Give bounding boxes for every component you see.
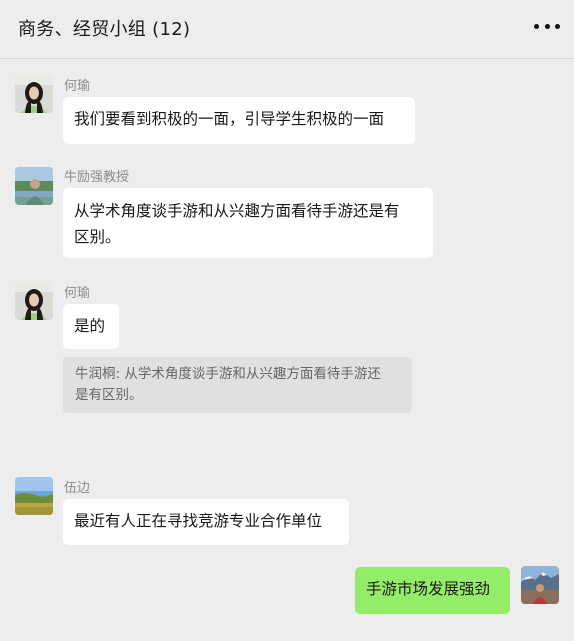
- message-bubble-self[interactable]: 手游市场发展强劲: [355, 567, 510, 614]
- sender-name: 何瑜: [64, 286, 91, 301]
- message-text: 是的: [74, 317, 106, 335]
- message-bubble[interactable]: 是的: [63, 304, 119, 349]
- chat-header: 商务、经贸小组 (12): [0, 0, 574, 59]
- more-dots-icon[interactable]: [534, 18, 560, 34]
- message-text-line: 从学术角度谈手游和从兴趣方面看待手游还是有: [74, 202, 400, 220]
- message-text: 我们要看到积极的一面，引导学生积极的一面: [74, 110, 385, 128]
- sender-name: 牛励强教授: [64, 170, 130, 185]
- avatar-niuliqiang[interactable]: [15, 167, 53, 205]
- message-text: 手游市场发展强劲: [366, 580, 491, 598]
- avatar-self[interactable]: [521, 566, 559, 604]
- dot: [534, 23, 539, 29]
- message-text: 最近有人正在寻找竞游专业合作单位: [74, 512, 323, 530]
- sender-name: 何瑜: [64, 79, 91, 94]
- avatar-heyu[interactable]: [15, 75, 53, 113]
- chat-title: 商务、经贸小组 (12): [18, 19, 191, 40]
- quote-text-line: 是有区别。: [75, 387, 143, 403]
- avatar-heyu[interactable]: [15, 282, 53, 320]
- avatar-wubian[interactable]: [15, 477, 53, 515]
- message-text-line: 区别。: [74, 228, 121, 246]
- message-bubble[interactable]: 从学术角度谈手游和从兴趣方面看待手游还是有 区别。: [63, 188, 433, 258]
- message-bubble[interactable]: 最近有人正在寻找竞游专业合作单位: [63, 499, 349, 545]
- dot: [544, 23, 550, 29]
- quoted-message[interactable]: 牛润桐: 从学术角度谈手游和从兴趣方面看待手游还 是有区别。: [63, 357, 412, 413]
- message-bubble[interactable]: 我们要看到积极的一面，引导学生积极的一面: [63, 97, 415, 144]
- sender-name: 伍边: [64, 481, 91, 496]
- quote-text-line: 牛润桐: 从学术角度谈手游和从兴趣方面看待手游还: [75, 366, 381, 382]
- dot: [555, 23, 560, 29]
